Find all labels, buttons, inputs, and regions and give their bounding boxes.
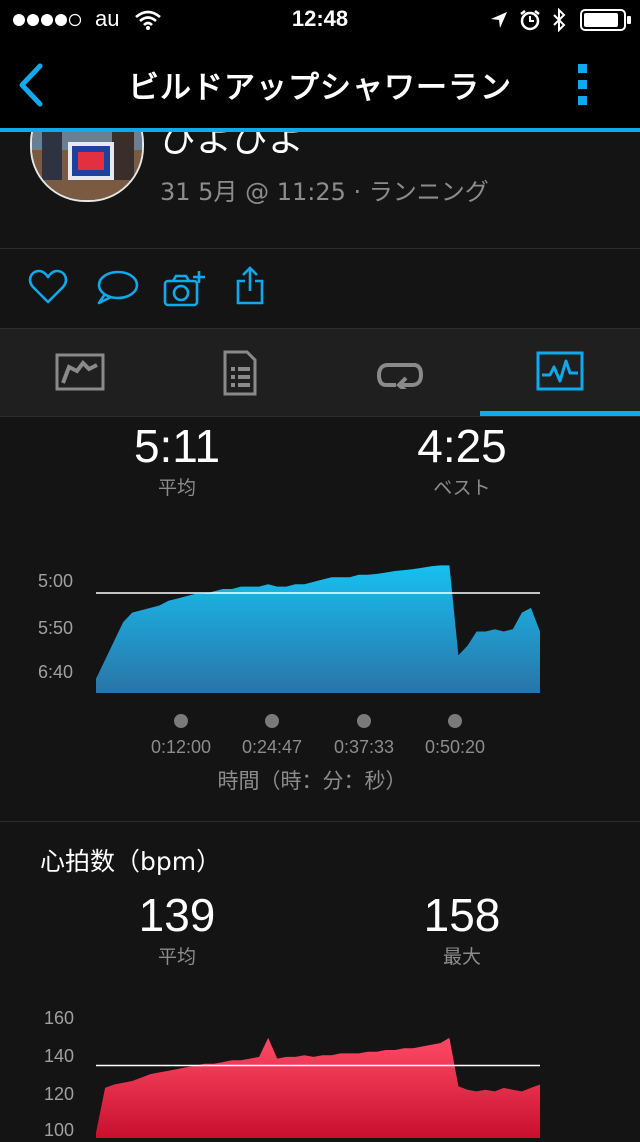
- hr-y-tick: 100: [44, 1120, 75, 1140]
- pace-x-tick: 0:12:00: [150, 737, 212, 757]
- hr-average-value: 139: [138, 889, 216, 941]
- hr-y-tick: 160: [44, 1008, 75, 1028]
- pace-area-series: [96, 565, 540, 693]
- x-scrub-dot[interactable]: [265, 714, 279, 728]
- avatar-photo: [32, 132, 142, 200]
- add-photo-camera-icon[interactable]: [162, 269, 206, 309]
- tab-laps[interactable]: [320, 329, 480, 417]
- pace-x-axis-label: 時間（時：分：秒）: [217, 769, 407, 793]
- like-heart-icon[interactable]: [28, 269, 68, 305]
- pace-y-tick: 6:40: [38, 662, 74, 682]
- activity-meta: 31 5月 @ 11:25 · ランニング: [160, 178, 489, 206]
- page-title: ビルドアップシャワーラン: [128, 70, 512, 106]
- pace-section: 5:11 平均 4:25 ベスト 5:00 5:50 6:40 0:12:00 …: [0, 417, 640, 821]
- pace-x-tick: 0:50:20: [424, 737, 486, 757]
- tab-overview[interactable]: [0, 329, 160, 417]
- hr-y-tick: 140: [44, 1046, 75, 1066]
- hr-max-value: 158: [423, 889, 501, 941]
- details-list-icon: [223, 350, 257, 396]
- x-scrub-dot[interactable]: [357, 714, 371, 728]
- x-scrub-dot[interactable]: [174, 714, 188, 728]
- user-name[interactable]: ぴよぴよ: [160, 132, 304, 162]
- heart-rate-area-series: [96, 1037, 540, 1138]
- status-bar: au 12:48: [0, 0, 640, 40]
- pace-average-value: 5:11: [133, 420, 221, 472]
- action-bar: [0, 249, 640, 328]
- laps-loop-icon: [376, 363, 424, 389]
- pace-average-label: 平均: [157, 477, 196, 499]
- pace-area-chart: [96, 565, 540, 693]
- nav-bar: ビルドアップシャワーラン: [0, 40, 640, 128]
- alarm-icon: [520, 10, 540, 31]
- bluetooth-icon: [553, 8, 566, 32]
- pace-x-tick: 0:37:33: [333, 737, 395, 757]
- pace-best-value: 4:25: [417, 420, 507, 472]
- overview-card-icon: [55, 353, 105, 391]
- view-tabs: [0, 329, 640, 417]
- hr-max-label: 最大: [442, 946, 481, 968]
- tab-charts[interactable]: [480, 329, 640, 417]
- heart-rate-section: 心拍数（bpm） 139 平均 158 最大 160 140 120 100: [0, 822, 640, 1140]
- charts-pulse-icon: [536, 351, 584, 391]
- pace-y-tick: 5:00: [38, 571, 74, 591]
- x-scrub-dot[interactable]: [448, 714, 462, 728]
- pace-best-label: ベスト: [433, 477, 491, 499]
- location-arrow-icon: [491, 12, 507, 28]
- share-icon[interactable]: [234, 265, 268, 307]
- activity-header: ぴよぴよ 31 5月 @ 11:25 · ランニング: [0, 132, 640, 249]
- pace-x-tick: 0:24:47: [241, 737, 303, 757]
- heart-rate-area-chart: [96, 1037, 540, 1138]
- hr-average-label: 平均: [157, 946, 196, 968]
- more-options-icon[interactable]: [576, 62, 590, 108]
- clock: 12:48: [291, 6, 349, 31]
- battery-icon: [580, 9, 631, 31]
- hr-y-tick: 120: [44, 1084, 75, 1104]
- pace-y-tick: 5:50: [38, 618, 74, 638]
- heart-rate-title: 心拍数（bpm）: [40, 847, 222, 876]
- avatar[interactable]: [30, 132, 144, 202]
- comment-bubble-icon[interactable]: [95, 269, 139, 307]
- tab-details[interactable]: [160, 329, 320, 417]
